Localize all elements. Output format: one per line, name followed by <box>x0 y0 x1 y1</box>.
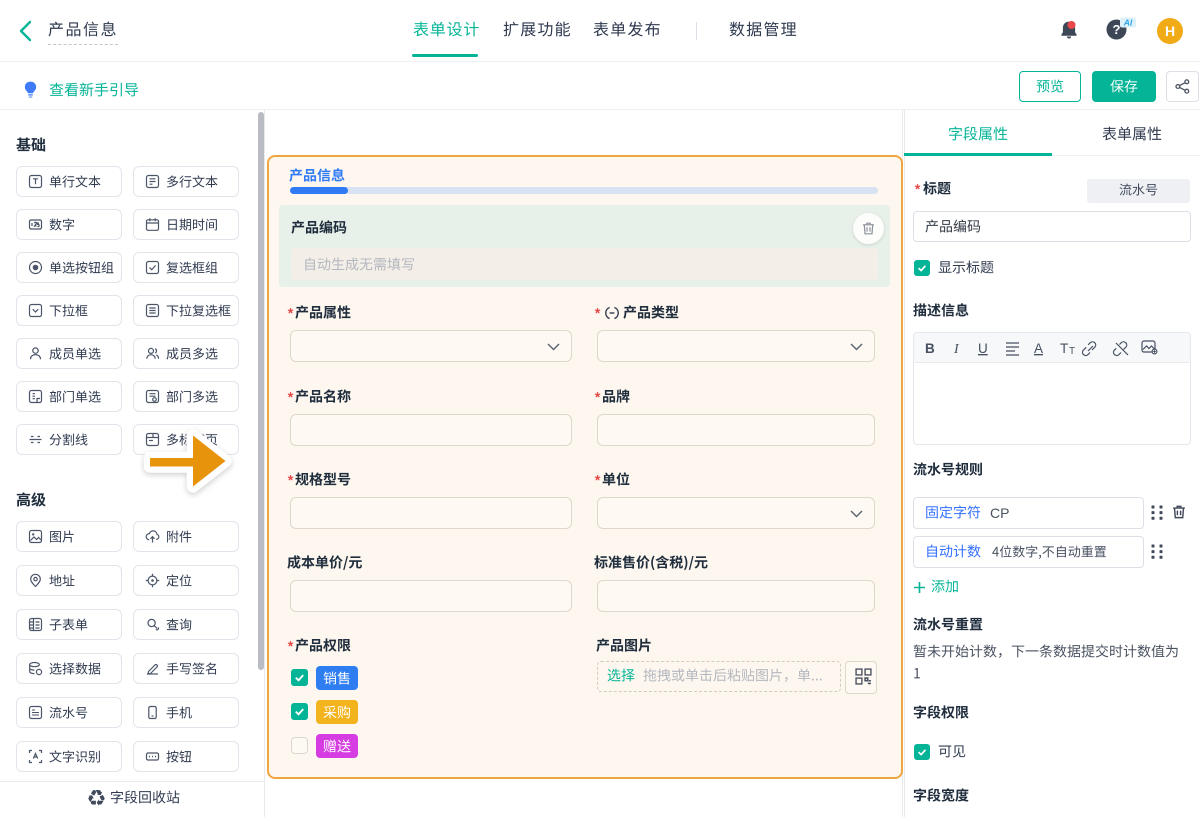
svg-text:?: ? <box>1113 22 1121 37</box>
svg-text:AI: AI <box>1123 18 1133 28</box>
svg-text:T: T <box>1069 346 1075 357</box>
svg-text:B: B <box>925 341 935 356</box>
svg-text:I: I <box>953 342 960 357</box>
svg-text:U: U <box>978 341 988 356</box>
svg-text:A: A <box>1034 341 1043 356</box>
svg-text:T: T <box>1060 341 1068 356</box>
